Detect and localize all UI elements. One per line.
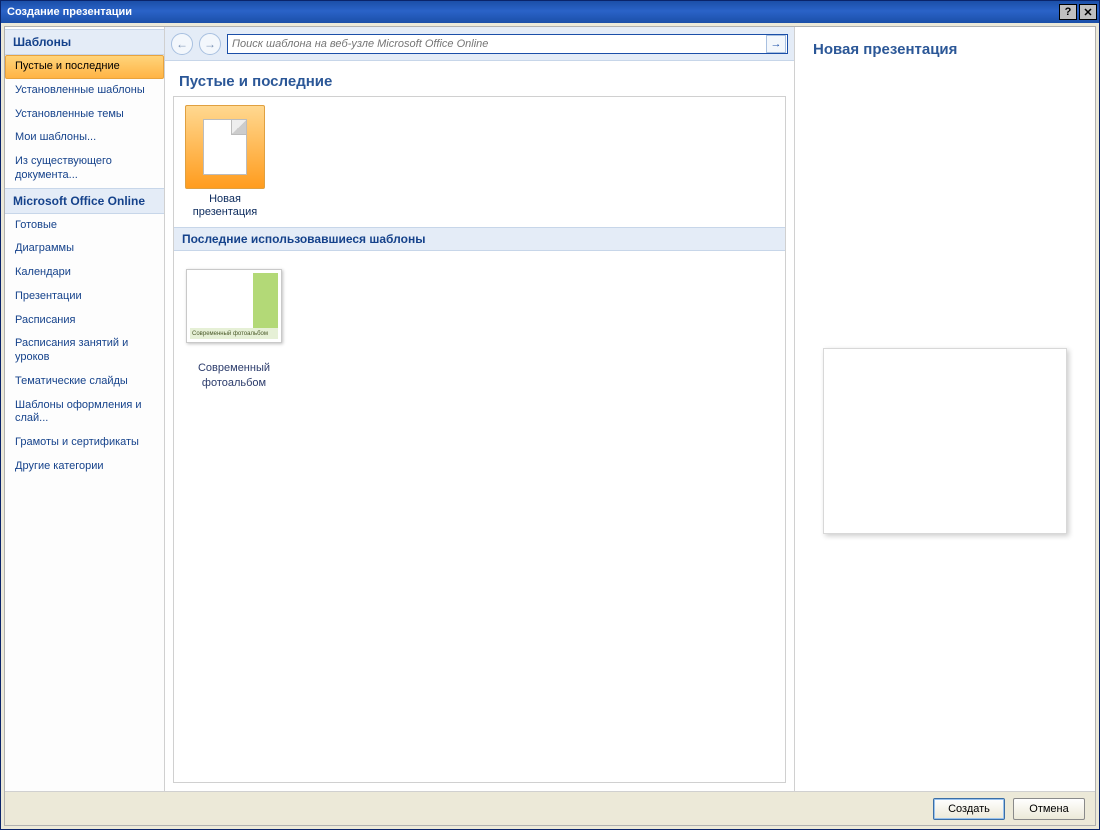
button-label: Создать [948,803,990,815]
tile-label: Новая презентация [182,193,268,219]
sidebar-item-diagrams[interactable]: Диаграммы [5,237,164,261]
sidebar-item-label: Расписания занятий и уроков [15,337,128,363]
window-title: Создание презентации [7,6,132,18]
sidebar-item-label: Мои шаблоны... [15,131,96,143]
content-pane: ← → → Пустые и последние [165,27,795,791]
sidebar-header-online: Microsoft Office Online [5,188,164,214]
search-box: → [227,34,788,54]
back-button[interactable]: ← [171,33,193,55]
sidebar-item-calendars[interactable]: Календари [5,261,164,285]
sidebar-item-label: Готовые [15,219,57,231]
titlebar: Создание презентации ? ✕ [1,1,1099,23]
sidebar-item-label: Календари [15,266,71,278]
sidebar-item-installed-themes[interactable]: Установленные темы [5,103,164,127]
section-title: Пустые и последние [165,61,794,96]
preview-pane: Новая презентация [795,27,1095,791]
toolbar: ← → → [165,27,794,61]
preview-title: Новая презентация [813,37,1077,68]
thumbnail-caption: Современный фотоальбом [190,328,278,340]
arrow-right-icon: → [204,37,216,51]
sidebar-item-certificates[interactable]: Грамоты и сертификаты [5,431,164,455]
sidebar-item-theme-slides[interactable]: Тематические слайды [5,370,164,394]
preview-slide [823,348,1067,534]
close-button[interactable]: ✕ [1079,4,1097,20]
sidebar-item-other-categories[interactable]: Другие категории [5,455,164,479]
sidebar-item-blank-recent[interactable]: Пустые и последние [5,55,164,79]
search-go-button[interactable]: → [766,35,786,53]
create-button[interactable]: Создать [933,798,1005,820]
template-gallery: Новая презентация Последние использовавш… [173,96,786,783]
forward-button[interactable]: → [199,33,221,55]
sidebar-item-label: Установленные темы [15,108,124,120]
recent-row: Современный фотоальбом Современный фотоа… [174,251,785,408]
sidebar-item-from-existing[interactable]: Из существующего документа... [5,150,164,188]
sidebar-item-design-templates[interactable]: Шаблоны оформления и слай... [5,394,164,432]
sidebar-item-featured[interactable]: Готовые [5,214,164,238]
sidebar-item-label: Установленные шаблоны [15,84,145,96]
sidebar-item-label: Из существующего документа... [15,155,112,181]
template-thumbnail: Современный фотоальбом [186,269,282,343]
blank-page-icon [185,105,265,189]
sidebar-item-label: Грамоты и сертификаты [15,436,139,448]
sidebar-item-label: Пустые и последние [15,60,120,72]
help-button[interactable]: ? [1059,4,1077,20]
sidebar-item-schedules[interactable]: Расписания [5,309,164,333]
footer: Создать Отмена [5,791,1095,825]
sidebar-item-label: Шаблоны оформления и слай... [15,399,142,425]
sidebar-item-installed-templates[interactable]: Установленные шаблоны [5,79,164,103]
page-icon [203,119,247,175]
window-controls: ? ✕ [1059,4,1097,20]
sidebar-item-label: Расписания [15,314,75,326]
sidebar-header-templates: Шаблоны [5,29,164,55]
sidebar-item-label: Диаграммы [15,242,74,254]
arrow-left-icon: ← [176,37,188,51]
search-input[interactable] [228,36,765,52]
sidebar-item-label: Другие категории [15,460,104,472]
client-area: Шаблоны Пустые и последние Установленные… [4,26,1096,826]
sidebar-item-my-templates[interactable]: Мои шаблоны... [5,126,164,150]
sidebar-item-presentations[interactable]: Презентации [5,285,164,309]
sidebar-item-label: Презентации [15,290,82,302]
sidebar-item-label: Тематические слайды [15,375,128,387]
upper-pane: Шаблоны Пустые и последние Установленные… [5,27,1095,791]
button-label: Отмена [1029,803,1068,815]
recent-item-photo-album[interactable]: Современный фотоальбом Современный фотоа… [184,269,284,390]
recent-templates-header: Последние использовавшиеся шаблоны [174,227,785,251]
cancel-button[interactable]: Отмена [1013,798,1085,820]
blank-row: Новая презентация [174,97,785,227]
dialog-window: Создание презентации ? ✕ Шаблоны Пустые … [0,0,1100,830]
sidebar: Шаблоны Пустые и последние Установленные… [5,27,165,791]
tile-new-presentation[interactable]: Новая презентация [182,105,268,219]
sidebar-item-class-schedules[interactable]: Расписания занятий и уроков [5,332,164,370]
recent-item-label: Современный фотоальбом [184,361,284,390]
arrow-right-icon: → [771,38,782,50]
